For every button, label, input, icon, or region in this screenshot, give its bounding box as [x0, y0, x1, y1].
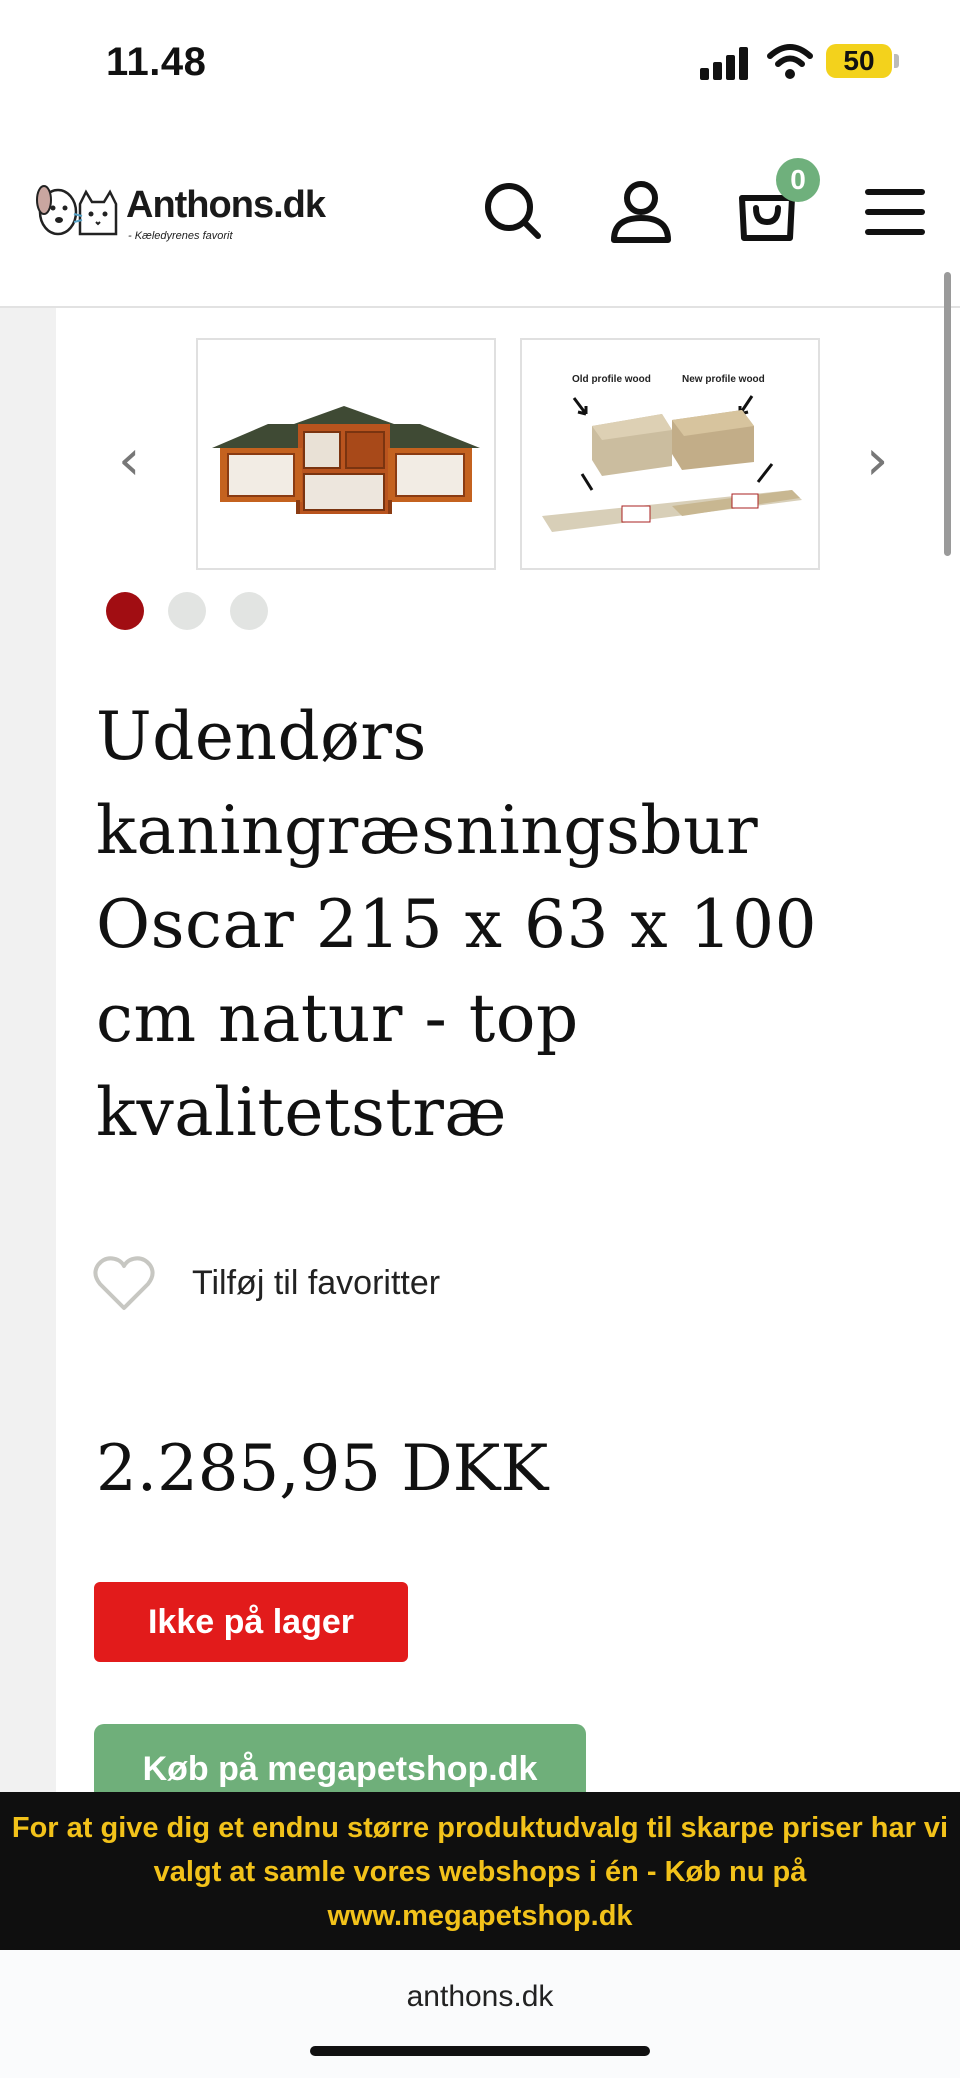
browser-address-bar[interactable]: anthons.dk — [0, 1950, 960, 2078]
logo-text: Anthons.dk — [126, 184, 326, 226]
stock-status-badge: Ikke på lager — [94, 1582, 408, 1662]
gallery-dot-1[interactable] — [106, 592, 144, 630]
cart-count-badge: 0 — [776, 158, 820, 202]
user-icon[interactable] — [606, 176, 676, 246]
browser-url[interactable]: anthons.dk — [0, 1980, 960, 2014]
status-time: 11.48 — [106, 40, 207, 84]
gallery-thumb-hutch[interactable] — [196, 338, 496, 570]
battery-cap — [894, 54, 899, 68]
battery-indicator: 50 — [826, 44, 892, 78]
site-header: Anthons.dk - Kæledyrenes favorit 0 — [0, 130, 960, 308]
home-indicator[interactable] — [310, 2046, 650, 2056]
product-title: Udendørs kaningræsningsbur Oscar 215 x 6… — [96, 698, 818, 1151]
site-logo[interactable]: Anthons.dk - Kæledyrenes favorit — [34, 176, 326, 246]
gallery-dot-2[interactable] — [168, 592, 206, 630]
gallery-prev-arrow[interactable]: ‹ — [118, 426, 140, 496]
left-gutter — [0, 308, 56, 1792]
notice-banner: For at give dig et endnu større produktu… — [0, 1792, 960, 1950]
wifi-icon — [767, 44, 813, 79]
product-price: 2.285,95 DKK — [96, 1432, 549, 1506]
thumb-label-old: Old profile wood — [572, 374, 651, 385]
wood-profile-image: Old profile wood New profile wood — [542, 374, 802, 532]
thumb-label-new: New profile wood — [682, 374, 765, 385]
heart-icon — [93, 1256, 155, 1310]
gallery-next-arrow[interactable]: › — [866, 426, 888, 496]
hamburger-menu-icon[interactable] — [860, 176, 930, 246]
status-bar: 11.48 50 — [0, 0, 960, 130]
rabbit-hutch-image — [212, 406, 480, 514]
gallery-dot-3[interactable] — [230, 592, 268, 630]
logo-tagline: - Kæledyrenes favorit — [128, 230, 233, 242]
gallery-thumb-wood[interactable]: Old profile wood New profile wood — [520, 338, 820, 570]
page-scrollbar[interactable] — [944, 272, 951, 556]
add-to-favorites[interactable]: Tilføj til favoritter — [92, 1250, 592, 1314]
dog-cat-logo-icon — [36, 185, 118, 236]
signal-icon — [700, 46, 752, 80]
search-icon[interactable] — [478, 176, 548, 246]
favorite-label: Tilføj til favoritter — [192, 1264, 441, 1302]
